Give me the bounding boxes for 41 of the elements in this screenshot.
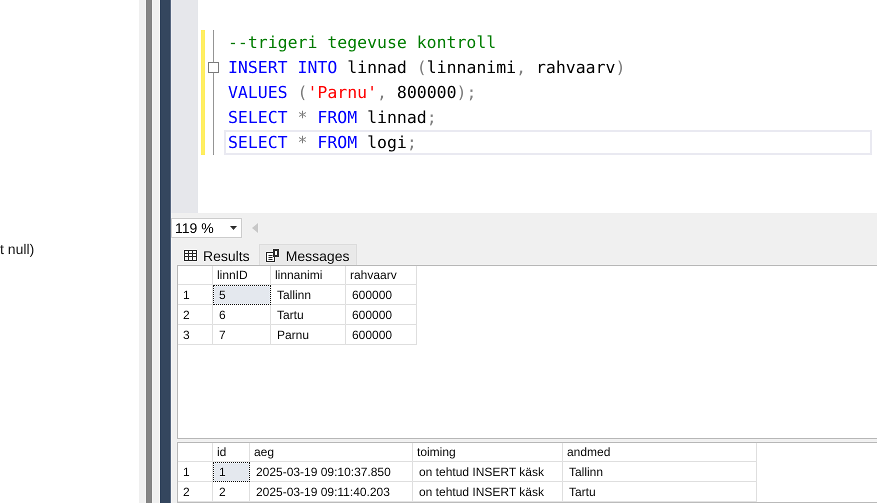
column-header[interactable]: toiming	[412, 443, 562, 462]
table-cell: 1	[212, 462, 250, 482]
table-cell: Tallinn	[562, 462, 756, 482]
code-line: INSERT INTO linnad (linnanimi, rahvaarv)	[227, 57, 626, 78]
column-header[interactable]: id	[212, 443, 250, 462]
column-header[interactable]: aeg	[250, 443, 412, 462]
code-text: t null)	[0, 241, 34, 259]
row-number: 3	[178, 324, 212, 344]
column-header[interactable]: linnanimi	[270, 266, 346, 284]
table-cell: 5	[212, 284, 270, 304]
table-cell: on tehtud INSERT käsk	[412, 462, 562, 482]
table-cell: 7	[212, 324, 270, 344]
column-header[interactable]: rahvaarv	[346, 266, 416, 284]
table-cell: 2025-03-19 09:11:40.203	[250, 482, 412, 502]
document-icon	[266, 249, 280, 262]
row-number: 2	[178, 482, 212, 502]
table-cell: on tehtud INSERT käsk	[412, 482, 562, 502]
code-line: SELECT * FROM logi;	[226, 132, 870, 153]
table-cell: 2025-03-19 09:10:37.850	[250, 462, 412, 482]
zoom-dropdown[interactable]: 119 %	[171, 218, 242, 238]
table-cell: 600000	[346, 304, 416, 324]
results-tab[interactable]: Messages	[258, 244, 356, 266]
table-cell: 2	[212, 482, 250, 502]
table-cell: Parnu	[270, 324, 346, 344]
table-cell: 600000	[346, 284, 416, 304]
grid-icon	[184, 250, 197, 261]
table-cell: 600000	[346, 324, 416, 344]
collapse-icon[interactable]	[208, 62, 219, 73]
pane-divider[interactable]	[139, 0, 171, 503]
code-line: SELECT * FROM linnad;	[227, 107, 438, 128]
column-header[interactable]: linnID	[212, 266, 270, 284]
caret-icon	[230, 226, 237, 230]
code-line: VALUES ('Parnu', 800000);	[227, 82, 478, 103]
row-number: 2	[178, 304, 212, 324]
code-editor[interactable]: --trigeri tegevuse kontroll INSERT INTO linnad (linnanimi, rahvaarv) VALUES ('Parnu', 800000); SELECT * FROM linnad; SELECT * FROM logi;	[171, 0, 877, 214]
table-cell: Tallinn	[270, 284, 346, 304]
table-cell: 6	[212, 304, 270, 324]
table-cell: Tartu	[562, 482, 756, 502]
column-header[interactable]: andmed	[562, 443, 756, 462]
code-line: --trigeri tegevuse kontroll	[227, 32, 498, 53]
table-cell: Tartu	[270, 304, 346, 324]
